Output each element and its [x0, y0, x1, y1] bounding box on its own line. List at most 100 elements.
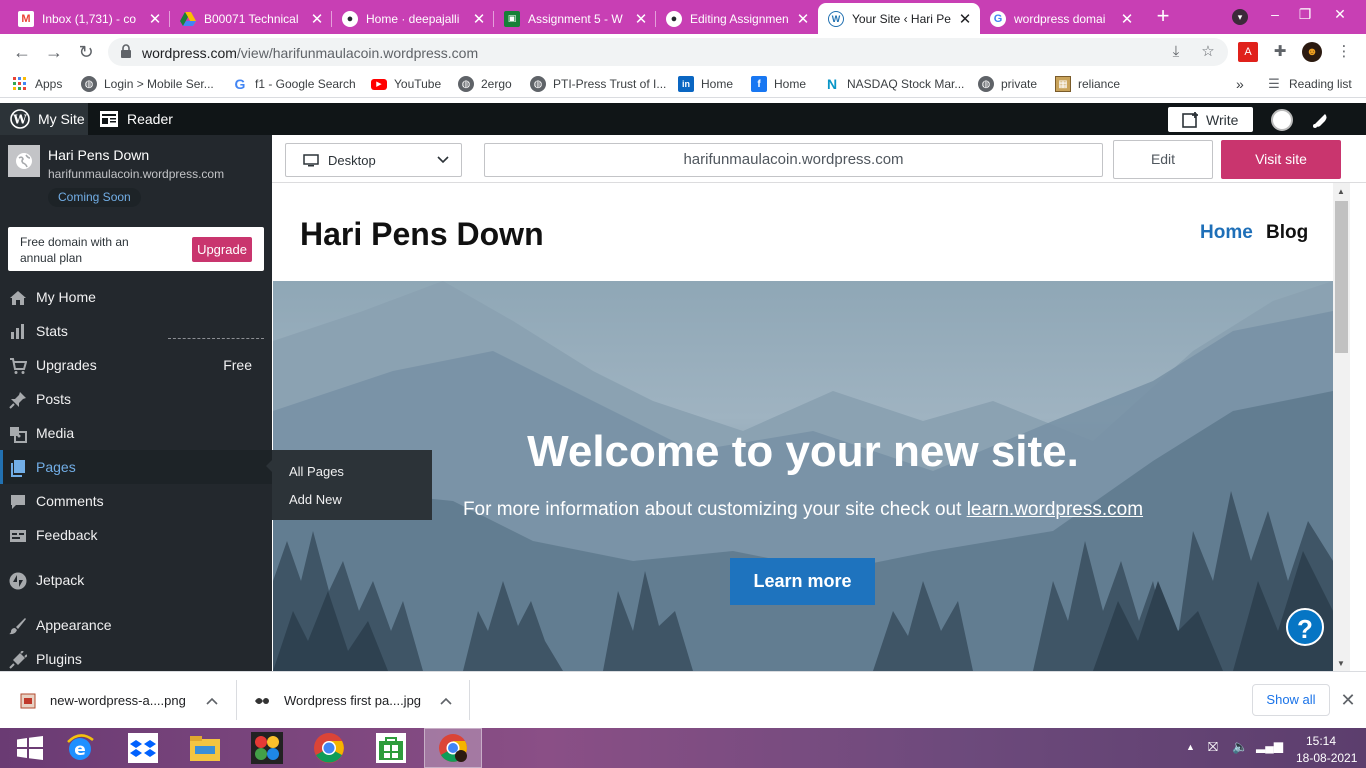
sidebar-item-my-home[interactable]: My Home: [0, 280, 272, 314]
help-button[interactable]: ?: [1286, 608, 1324, 646]
bookmark-private[interactable]: ◍ private: [978, 75, 1037, 93]
bookmark-apps[interactable]: Apps: [12, 75, 62, 93]
window-close-icon[interactable]: ✕: [1325, 2, 1355, 26]
flyout-add-new[interactable]: Add New: [289, 492, 342, 507]
sidebar-item-pages[interactable]: Pages: [0, 450, 272, 484]
edit-button[interactable]: Edit: [1113, 140, 1213, 179]
chevron-up-icon[interactable]: [206, 697, 218, 705]
sidebar-item-posts[interactable]: Posts: [0, 382, 272, 416]
menu-kebab-icon[interactable]: ⋮: [1334, 42, 1354, 62]
tab-github-editing[interactable]: ● Editing Assignmen ✕: [656, 3, 818, 34]
tab-google-search[interactable]: G wordpress domai ✕: [980, 3, 1142, 34]
chrome-icon[interactable]: [299, 728, 359, 768]
visit-site-button[interactable]: Visit site: [1221, 140, 1341, 179]
restore-icon[interactable]: ❐: [1290, 2, 1320, 26]
scroll-up-icon[interactable]: ▲: [1337, 187, 1345, 196]
bookmark-star-icon[interactable]: ☆: [1198, 42, 1218, 62]
signal-icon[interactable]: ▂▄▆: [1256, 739, 1283, 753]
coming-soon-badge: Coming Soon: [48, 188, 141, 207]
install-icon[interactable]: ⤓: [1166, 42, 1186, 62]
notifications-bell-icon[interactable]: [1310, 110, 1330, 130]
site-title[interactable]: Hari Pens Down: [300, 216, 544, 253]
scroll-down-icon[interactable]: ▼: [1337, 659, 1345, 668]
sidebar-item-stats[interactable]: Stats: [0, 314, 272, 348]
tab-github-home[interactable]: ● Home · deepajalli ✕: [332, 3, 494, 34]
bookmark-google-search[interactable]: G f1 - Google Search: [232, 75, 356, 93]
sidebar-item-media[interactable]: Media: [0, 416, 272, 450]
tab-search-icon[interactable]: ▾: [1232, 9, 1248, 25]
learn-wordpress-link[interactable]: learn.wordpress.com: [967, 499, 1143, 520]
my-site-button[interactable]: W My Site: [0, 103, 88, 135]
close-tab-icon[interactable]: ✕: [794, 10, 812, 28]
microsoft-store-icon[interactable]: [361, 728, 421, 768]
paint-app-icon[interactable]: [237, 728, 297, 768]
address-url: wordpress.com/view/harifunmaulacoin.word…: [142, 45, 479, 61]
write-button[interactable]: Write: [1168, 107, 1253, 132]
tab-drive[interactable]: B00071 Technical ✕: [170, 3, 332, 34]
clock-time[interactable]: 15:14: [1306, 734, 1336, 748]
reload-icon[interactable]: ↻: [74, 40, 98, 64]
profile-avatar[interactable]: ☻: [1302, 42, 1322, 62]
new-tab-button[interactable]: +: [1152, 5, 1174, 27]
preview-url-field[interactable]: harifunmaulacoin.wordpress.com: [484, 143, 1103, 177]
download-item[interactable]: Wordpress first pa....jpg: [254, 672, 454, 729]
sidebar-item-jetpack[interactable]: Jetpack: [0, 563, 272, 597]
tab-your-site[interactable]: W Your Site ‹ Hari Pe ✕: [818, 3, 980, 34]
pin-icon: [9, 392, 26, 409]
bookmark-reliance[interactable]: ▦ reliance: [1055, 75, 1120, 93]
tray-overflow-icon[interactable]: ▲: [1186, 742, 1195, 752]
user-avatar[interactable]: [1271, 109, 1293, 131]
close-tab-icon[interactable]: ✕: [956, 10, 974, 28]
dropbox-icon[interactable]: [113, 728, 173, 768]
close-tab-icon[interactable]: ✕: [1118, 10, 1136, 28]
close-tab-icon[interactable]: ✕: [308, 10, 326, 28]
bookmark-nasdaq[interactable]: N NASDAQ Stock Mar...: [824, 75, 964, 93]
bookmark-youtube[interactable]: ▶ YouTube: [371, 75, 441, 93]
network-error-icon[interactable]: ⛝: [1208, 739, 1218, 755]
device-selector[interactable]: Desktop: [285, 143, 462, 177]
chevron-up-icon[interactable]: [440, 697, 452, 705]
reading-list[interactable]: ☰ Reading list: [1266, 75, 1352, 93]
tab-gmail[interactable]: M Inbox (1,731) - co ✕: [8, 3, 170, 34]
close-tab-icon[interactable]: ✕: [146, 10, 164, 28]
site-nav-home[interactable]: Home: [1200, 222, 1253, 244]
site-nav-blog[interactable]: Blog: [1266, 222, 1308, 244]
pdf-extension-icon[interactable]: A: [1238, 42, 1258, 62]
bookmark-login[interactable]: ◍ Login > Mobile Ser...: [81, 75, 214, 93]
back-icon[interactable]: ←: [10, 40, 34, 64]
close-tab-icon[interactable]: ✕: [470, 10, 488, 28]
show-all-button[interactable]: Show all: [1252, 684, 1330, 716]
clock-date[interactable]: 18-08-2021: [1296, 751, 1357, 765]
learn-more-button[interactable]: Learn more: [730, 558, 875, 605]
sidebar-item-upgrades[interactable]: Upgrades Free: [0, 348, 272, 382]
sidebar-item-feedback[interactable]: Feedback: [0, 518, 272, 552]
close-tab-icon[interactable]: ✕: [632, 10, 650, 28]
reader-button[interactable]: Reader: [100, 103, 173, 135]
comment-icon: [11, 495, 25, 509]
preview-scrollbar[interactable]: ▲ ▼: [1333, 183, 1350, 671]
site-card[interactable]: Hari Pens Down harifunmaulacoin.wordpres…: [0, 135, 272, 215]
download-item[interactable]: new-wordpress-a....png: [20, 672, 220, 729]
minimize-icon[interactable]: –: [1260, 2, 1290, 26]
internet-explorer-icon[interactable]: e: [50, 728, 110, 768]
extensions-puzzle-icon[interactable]: ✚: [1270, 42, 1290, 62]
chrome-active-window-icon[interactable]: [424, 728, 482, 768]
bookmark-linkedin[interactable]: in Home: [678, 75, 733, 93]
tab-classroom[interactable]: ▣ Assignment 5 - W ✕: [494, 3, 656, 34]
forward-icon[interactable]: →: [42, 40, 66, 64]
close-downloads-icon[interactable]: ✕: [1340, 690, 1356, 710]
bookmark-2ergo[interactable]: ◍ 2ergo: [458, 75, 512, 93]
flyout-all-pages[interactable]: All Pages: [289, 464, 344, 479]
bookmark-facebook[interactable]: f Home: [751, 75, 806, 93]
bookmark-pti[interactable]: ◍ PTI-Press Trust of I...: [530, 75, 666, 93]
sidebar-item-appearance[interactable]: Appearance: [0, 608, 272, 642]
media-icon: [10, 427, 27, 443]
scroll-thumb[interactable]: [1335, 201, 1348, 353]
sidebar-item-comments[interactable]: Comments: [0, 484, 272, 518]
address-bar[interactable]: wordpress.com/view/harifunmaulacoin.word…: [108, 38, 1228, 66]
volume-icon[interactable]: 🔈: [1232, 739, 1248, 755]
upgrade-button[interactable]: Upgrade: [192, 237, 252, 262]
image-viewer-icon: [255, 697, 269, 704]
bookmarks-overflow[interactable]: »: [1236, 75, 1244, 93]
file-explorer-icon[interactable]: [175, 728, 235, 768]
